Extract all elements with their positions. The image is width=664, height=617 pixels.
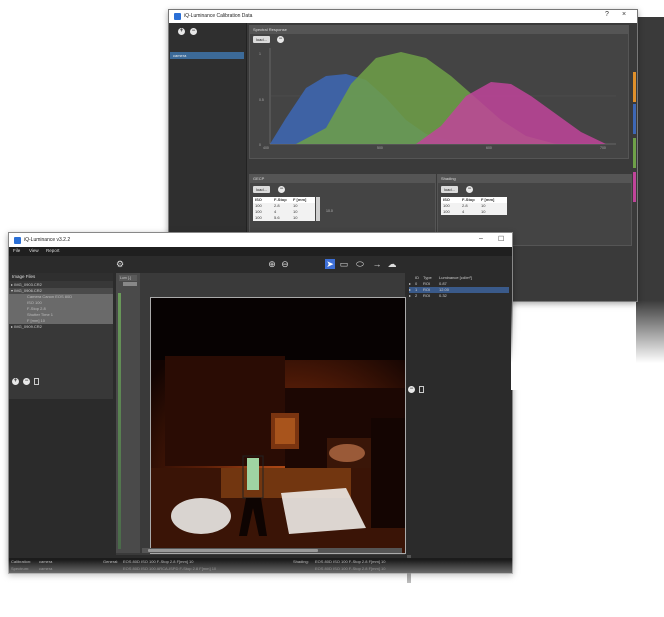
- app-icon: [174, 13, 181, 20]
- gecp-side-value: 10.0: [326, 209, 333, 213]
- spectral-response-chart: [269, 48, 616, 145]
- gecp-scrollbar[interactable]: [316, 197, 320, 221]
- table-cell: 10: [481, 209, 486, 214]
- night-scene-image[interactable]: [150, 297, 406, 554]
- rectangle-roi-icon[interactable]: ▭: [339, 259, 349, 269]
- viewer-horizontal-scrollbar[interactable]: [142, 548, 402, 553]
- menu-view[interactable]: View: [29, 248, 39, 253]
- table-cell: 5.6: [274, 215, 280, 220]
- magenta-strip: [633, 172, 636, 202]
- add-calibration-icon[interactable]: +: [178, 28, 185, 35]
- table-cell: ROI: [423, 293, 431, 298]
- minimize-button[interactable]: –: [479, 235, 483, 242]
- remove-image-icon[interactable]: −: [23, 378, 30, 385]
- delete-roi-icon[interactable]: [419, 386, 424, 393]
- gecp-load-dropdown[interactable]: load...: [253, 186, 270, 193]
- orange-strip: [633, 72, 636, 102]
- arrow-tool-icon[interactable]: →: [372, 259, 382, 269]
- green-strip: [633, 138, 636, 168]
- remove-roi-icon[interactable]: −: [408, 386, 415, 393]
- spectral-load-dropdown[interactable]: load...: [253, 36, 270, 43]
- zoom-out-icon[interactable]: ⊖: [280, 259, 290, 269]
- x-tick-700: 700: [600, 146, 606, 150]
- table-row[interactable]: 100 4 10: [441, 209, 507, 215]
- calibration-titlebar: iQ-Luminance Calibration Data ? ×: [169, 10, 637, 23]
- image-tree: ▸ IMG_0903.CR2 ▾ IMG_0906.CR2 Camera Can…: [9, 282, 113, 330]
- reflection-fade-right: [511, 300, 664, 390]
- main-titlebar: iQ-Luminance v3.2.2 – ☐: [9, 233, 512, 247]
- app-icon: [14, 237, 21, 244]
- add-image-icon[interactable]: +: [12, 378, 19, 385]
- table-cell: 4: [462, 209, 465, 214]
- horizontal-scroll-thumb[interactable]: [148, 549, 318, 552]
- luminance-scale-bar: [118, 293, 121, 549]
- scene-graphic: [151, 298, 405, 553]
- polygon-roi-icon[interactable]: ☁: [387, 259, 397, 269]
- spectral-response-panel: Spectral Response load... − 1 0.5 0 400 …: [249, 25, 629, 159]
- table-cell: 100: [443, 209, 450, 214]
- sidebar-item-camera[interactable]: camera: [170, 52, 244, 59]
- menu-bar: File View Report: [9, 247, 512, 256]
- pointer-tool-icon[interactable]: ➤: [325, 259, 335, 269]
- zoom-in-icon[interactable]: ⊕: [267, 259, 277, 269]
- table-cell: 10: [293, 215, 298, 220]
- table-cell: 100: [255, 215, 262, 220]
- blue-strip: [633, 104, 636, 134]
- shading-remove-icon[interactable]: −: [466, 186, 473, 193]
- reflection-fade-bottom: [0, 560, 664, 617]
- x-tick-500: 500: [377, 146, 383, 150]
- delete-image-icon[interactable]: [34, 378, 39, 385]
- menu-report[interactable]: Report: [46, 248, 60, 253]
- shading-load-dropdown[interactable]: load...: [441, 186, 458, 193]
- viewer-left-strip: Lum [-]: [116, 273, 140, 553]
- maximize-button[interactable]: ☐: [498, 235, 504, 243]
- main-title: iQ-Luminance v3.2.2: [24, 237, 71, 243]
- spectral-header: Spectral Response: [250, 26, 628, 34]
- viewer-tab-lum[interactable]: Lum [-]: [119, 275, 137, 281]
- remove-calibration-icon[interactable]: −: [190, 28, 197, 35]
- menu-file[interactable]: File: [13, 248, 20, 253]
- image-files-header: Image Files: [9, 273, 113, 281]
- viewer-ruler: [123, 282, 137, 286]
- close-button[interactable]: ×: [622, 11, 626, 18]
- shading-header: Shading: [438, 175, 631, 183]
- x-tick-600: 600: [486, 146, 492, 150]
- roi-results-table: ID Type Luminance [cd/m²] ▸ 0 ROI 0.87 ▸ 1 ROI 1…: [409, 275, 509, 299]
- settings-gear-icon[interactable]: ⚙: [115, 259, 125, 269]
- tree-item-img-0909[interactable]: ▸ IMG_0909.CR2: [9, 324, 113, 330]
- roi-results-pane: ID Type Luminance [cd/m²] ▸ 0 ROI 0.87 ▸ 1 ROI 1…: [407, 273, 511, 555]
- ellipse-roi-icon[interactable]: ⬭: [355, 259, 365, 269]
- table-row[interactable]: ▸ 2 ROI 0.32: [409, 293, 509, 299]
- table-cell: 0.32: [439, 293, 447, 298]
- gecp-remove-icon[interactable]: −: [278, 186, 285, 193]
- gecp-header: GECP: [250, 175, 435, 183]
- table-row[interactable]: 100 5.6 10: [253, 215, 315, 221]
- x-tick-400: 400: [263, 146, 269, 150]
- toolbar: ⚙ ⊕ ⊖ ➤ ▭ ⬭ → ☁: [9, 256, 512, 273]
- spectral-remove-icon[interactable]: −: [277, 36, 284, 43]
- table-cell: 2: [415, 293, 418, 298]
- shading-table: ISO F-Stop F [mm] 100 2.8 10 100 4 10: [441, 197, 507, 215]
- calibration-title: iQ-Luminance Calibration Data: [184, 13, 253, 19]
- image-viewer: Lum [-]: [116, 273, 411, 583]
- gecp-table: ISO F-Stop F [mm] 100 2.8 10 100 4 10 100 5.6 10: [253, 197, 315, 221]
- main-window: iQ-Luminance v3.2.2 – ☐ File View Report…: [8, 232, 513, 583]
- help-button[interactable]: ?: [605, 11, 609, 18]
